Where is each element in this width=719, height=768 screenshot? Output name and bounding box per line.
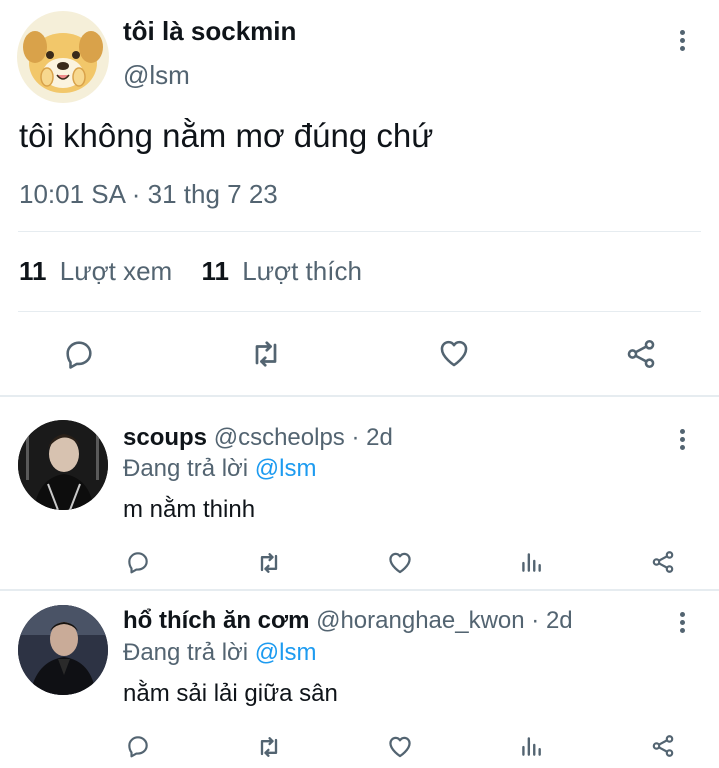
section-divider	[0, 589, 719, 591]
section-divider	[0, 395, 719, 397]
reply-icon[interactable]	[62, 337, 96, 371]
share-icon[interactable]	[650, 733, 676, 759]
reply-header: hổ thích ăn cơm @horanghae_kwon · 2d	[123, 607, 573, 635]
more-vertical-icon[interactable]	[680, 429, 686, 453]
replying-mention[interactable]: @lsm	[255, 455, 317, 482]
retweet-icon[interactable]	[254, 549, 284, 577]
share-icon[interactable]	[624, 337, 658, 371]
analytics-icon[interactable]	[518, 549, 544, 575]
reply-text: m nằm thinh	[123, 496, 256, 523]
main-timestamp[interactable]: 10:01 SA · 31 thg 7 23	[19, 179, 278, 210]
retweet-icon[interactable]	[247, 336, 285, 372]
likes-label[interactable]: Lượt thích	[242, 256, 362, 286]
like-icon[interactable]	[436, 336, 472, 370]
reply-avatar[interactable]	[18, 605, 108, 695]
reply-text: nằm sải lải giữa sân	[123, 680, 338, 707]
replying-to: Đang trả lời @lsm	[123, 455, 316, 483]
views-label[interactable]: Lượt xem	[60, 256, 172, 286]
divider	[18, 231, 701, 232]
replying-prefix: Đang trả lời	[123, 639, 249, 666]
more-vertical-icon[interactable]	[680, 612, 686, 636]
reply-display-name[interactable]: hổ thích ăn cơm	[123, 607, 309, 634]
reply-icon[interactable]	[125, 733, 151, 759]
reply-handle[interactable]: @cscheolps	[214, 424, 345, 451]
divider	[18, 311, 701, 312]
like-icon[interactable]	[386, 549, 414, 576]
likes-count[interactable]: 11	[201, 256, 229, 286]
main-display-name[interactable]: tôi là sockmin	[123, 16, 296, 47]
reply-avatar[interactable]	[18, 420, 108, 510]
reply-time[interactable]: · 2d	[531, 607, 572, 634]
main-avatar[interactable]	[17, 11, 109, 103]
views-count[interactable]: 11	[19, 256, 47, 286]
reply-icon[interactable]	[125, 549, 151, 575]
main-handle[interactable]: @lsm	[123, 60, 190, 91]
retweet-icon[interactable]	[254, 733, 284, 761]
reply-header: scoups @cscheolps · 2d	[123, 424, 393, 452]
share-icon[interactable]	[650, 549, 676, 575]
replying-mention[interactable]: @lsm	[255, 639, 317, 666]
analytics-icon[interactable]	[518, 733, 544, 759]
reply-time[interactable]: · 2d	[351, 424, 392, 451]
main-stats: 11 Lượt xem 11 Lượt thích	[19, 256, 362, 287]
like-icon[interactable]	[386, 733, 414, 760]
main-tweet-text: tôi không nằm mơ đúng chứ	[19, 117, 434, 154]
reply-display-name[interactable]: scoups	[123, 424, 207, 451]
replying-to: Đang trả lời @lsm	[123, 639, 316, 667]
replying-prefix: Đang trả lời	[123, 455, 249, 482]
reply-handle[interactable]: @horanghae_kwon	[316, 607, 525, 634]
more-vertical-icon[interactable]	[680, 30, 686, 54]
